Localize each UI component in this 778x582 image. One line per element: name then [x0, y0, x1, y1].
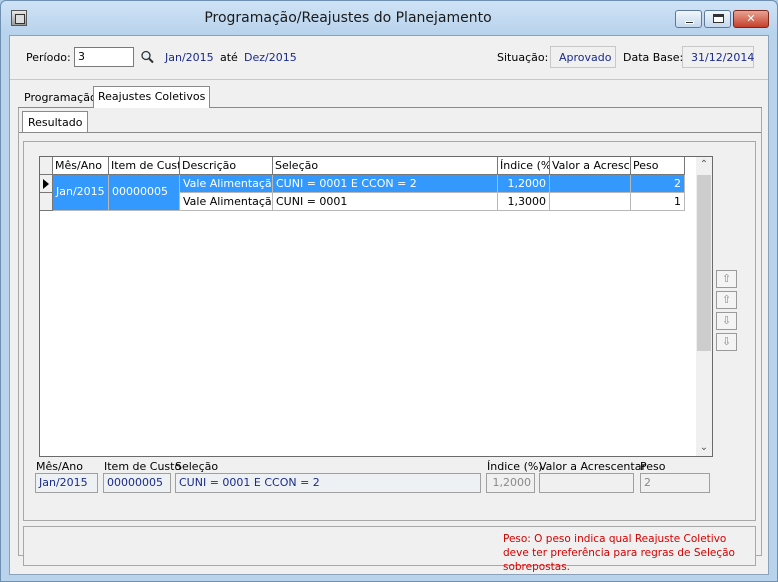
table-row-1-valor[interactable] [550, 175, 631, 193]
table-row-1-selecao[interactable]: CUNI = 0001 E CCON = 2 [273, 175, 498, 193]
periodo-label: Período: [26, 51, 71, 64]
close-button[interactable]: ✕ [733, 10, 769, 28]
ate-label: até [220, 51, 238, 64]
detail-label-item-custo: Item de Custo [104, 460, 182, 473]
row-indicator-current[interactable] [40, 175, 53, 193]
column-header-descricao[interactable]: Descrição [180, 157, 273, 175]
column-header-item-custo[interactable]: Item de Custo [109, 157, 180, 175]
row-indicator[interactable] [40, 193, 53, 211]
grid-vertical-scrollbar[interactable]: ⌃ ⌄ [696, 157, 712, 456]
detail-label-indice: Índice (%) [487, 460, 543, 473]
table-row-1-descricao[interactable]: Vale Alimentação [180, 175, 273, 193]
period-start: Jan/2015 [165, 51, 214, 64]
table-row-1-indice[interactable]: 1,2000 [498, 175, 550, 193]
result-panel: Mês/Ano Item de Custo Descrição Seleção … [23, 141, 756, 521]
situacao-label: Situação: [497, 51, 549, 64]
scroll-down-icon[interactable]: ⌄ [696, 440, 712, 456]
column-header-selecao[interactable]: Seleção [273, 157, 498, 175]
move-down-icon: ⇩ [721, 314, 732, 327]
period-end: Dez/2015 [244, 51, 297, 64]
tab-programacao[interactable]: Programação [20, 88, 101, 108]
minimize-icon [685, 21, 694, 24]
reajustes-grid[interactable]: Mês/Ano Item de Custo Descrição Seleção … [39, 156, 713, 457]
maximize-icon [713, 14, 724, 23]
column-header-indice[interactable]: Índice (%) [498, 157, 550, 175]
detail-label-peso: Peso [640, 460, 666, 473]
grid-corner [40, 157, 53, 175]
move-up-button[interactable]: ⇧ [716, 291, 737, 309]
database-value: 31/12/2014 [682, 46, 754, 68]
detail-label-mes-ano: Mês/Ano [36, 460, 83, 473]
footer-panel: Peso: O peso indica qual Reajuste Coleti… [23, 526, 756, 573]
detail-peso-field: 2 [640, 473, 710, 493]
client-area: Período: 3 Jan/2015 até Dez/2015 Situaçã… [9, 35, 769, 575]
close-icon: ✕ [746, 12, 756, 25]
subtab-resultado[interactable]: Resultado [22, 111, 89, 133]
table-row-2-indice[interactable]: 1,3000 [498, 193, 550, 211]
move-bottom-icon: ⇩ [721, 335, 732, 348]
subtab-divider [19, 132, 761, 133]
app-window: Programação/Reajustes do Planejamento ✕ … [0, 0, 778, 582]
peso-note: Peso: O peso indica qual Reajuste Coleti… [503, 533, 735, 573]
column-header-valor[interactable]: Valor a Acrescentar [550, 157, 631, 175]
current-row-arrow-icon [43, 179, 49, 189]
situacao-value: Aprovado [550, 46, 616, 68]
search-icon[interactable] [140, 50, 154, 64]
database-label: Data Base: [623, 51, 684, 64]
move-down-button[interactable]: ⇩ [716, 312, 737, 330]
table-row-2-selecao[interactable]: CUNI = 0001 [273, 193, 498, 211]
tab-reajustes-coletivos[interactable]: Reajustes Coletivos [93, 86, 211, 109]
header-bar: Período: 3 Jan/2015 até Dez/2015 Situaçã… [10, 36, 768, 80]
table-row-1-peso[interactable]: 2 [631, 175, 685, 193]
detail-valor-field [539, 473, 634, 493]
detail-selecao-field: CUNI = 0001 E CCON = 2 [175, 473, 481, 493]
table-row-2-descricao[interactable]: Vale Alimentação [180, 193, 273, 211]
scroll-thumb[interactable] [697, 175, 711, 351]
scroll-up-icon[interactable]: ⌃ [696, 157, 712, 173]
tab-strip: Programação Reajustes Coletivos [18, 86, 762, 109]
periodo-input[interactable]: 3 [74, 47, 134, 67]
detail-item-custo-field: 00000005 [103, 473, 171, 493]
group-cell-mes-ano[interactable]: Jan/2015 [53, 175, 109, 211]
move-top-button[interactable]: ⇧ [716, 270, 737, 288]
table-row-2-peso[interactable]: 1 [631, 193, 685, 211]
minimize-button[interactable] [675, 10, 702, 28]
table-row-2-valor[interactable] [550, 193, 631, 211]
detail-indice-field: 1,2000 [486, 473, 535, 493]
move-up-icon: ⇧ [721, 293, 732, 306]
tab-page-reajustes: Resultado Mês/Ano Item de Custo Descriçã… [18, 108, 762, 573]
move-top-icon: ⇧ [721, 272, 732, 285]
group-cell-item-custo[interactable]: 00000005 [109, 175, 180, 211]
maximize-button[interactable] [704, 10, 731, 28]
move-bottom-button[interactable]: ⇩ [716, 333, 737, 351]
detail-label-selecao: Seleção [175, 460, 219, 473]
column-header-peso[interactable]: Peso [631, 157, 685, 175]
window-title: Programação/Reajustes do Planejamento [204, 10, 492, 26]
detail-mes-ano-field: Jan/2015 [35, 473, 98, 493]
title-bar[interactable]: Programação/Reajustes do Planejamento ✕ [1, 1, 777, 35]
column-header-mes-ano[interactable]: Mês/Ano [53, 157, 109, 175]
detail-label-valor: Valor a Acrescentar [539, 460, 646, 473]
